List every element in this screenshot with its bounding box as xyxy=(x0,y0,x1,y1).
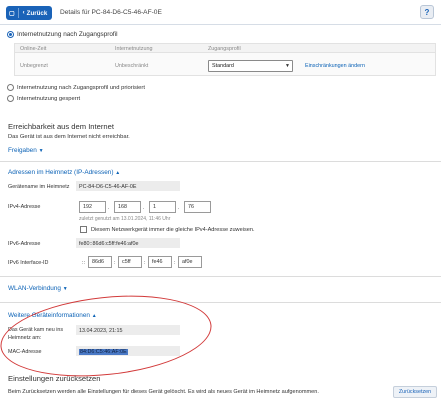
shares-link[interactable]: Freigaben ▼ xyxy=(8,147,44,155)
ipv6-interface-label: IPv6 Interface-ID xyxy=(8,260,49,266)
device-name-value: PC-84-D6-C5-46-AF-0E xyxy=(79,184,137,190)
shares-link-label: Freigaben xyxy=(8,147,37,154)
internet-blocked-label: Internetnutzung gesperrt xyxy=(17,96,81,102)
reset-description: Beim Zurücksetzen werden alle Einstellun… xyxy=(8,389,319,395)
ipv4-dot: . xyxy=(108,205,110,211)
ipv4-octet-1-value: 192 xyxy=(83,203,92,210)
profile-prioritized-label: Internetnutzung nach Zugangsprofil und p… xyxy=(17,85,145,91)
ipv4-octet-2[interactable]: 168 xyxy=(114,201,141,213)
ipv6-iface-colon: : xyxy=(174,260,176,266)
ipv6-iface-colon: : xyxy=(114,260,116,266)
ipv4-dot: . xyxy=(143,205,145,211)
reset-button[interactable]: Zurücksetzen xyxy=(393,386,437,398)
ipv4-octet-4-value: 76 xyxy=(188,203,194,210)
chevron-left-icon: ‹ xyxy=(22,10,25,16)
ipv6-interface-prefix: :: xyxy=(82,260,85,266)
device-name-label: Gerätename im Heimnetz xyxy=(8,184,70,190)
caret-up-icon: ▲ xyxy=(115,170,121,176)
page-title: Details für PC-84-D6-C5-46-AF-0E xyxy=(60,9,162,16)
ipv4-octet-3-value: 1 xyxy=(153,203,156,210)
back-button-label: Zurück xyxy=(26,9,48,17)
profile-usage-label: Internetnutzung nach Zugangsprofil xyxy=(17,31,118,38)
back-button-separator xyxy=(17,8,19,18)
ipv4-octet-1[interactable]: 192 xyxy=(79,201,106,213)
help-icon: ? xyxy=(424,7,430,17)
ipv4-octet-2-value: 168 xyxy=(118,203,127,210)
ipv6-iface-part-1-value: 86d6 xyxy=(92,258,104,265)
ipv6-iface-part-3[interactable]: fe46 xyxy=(148,256,172,268)
ipv6-iface-part-3-value: fe46 xyxy=(152,258,163,265)
ipv6-iface-part-4-value: af0e xyxy=(182,258,193,265)
ipv4-octet-4[interactable]: 76 xyxy=(184,201,211,213)
help-button[interactable]: ? xyxy=(420,5,434,19)
ipv6-iface-colon: : xyxy=(144,260,146,266)
ipv6-iface-part-2[interactable]: c5ff xyxy=(118,256,142,268)
home-network-toggle[interactable]: Adressen im Heimnetz (IP-Adressen) ▲ xyxy=(8,169,120,177)
ipv4-label: IPv4-Adresse xyxy=(8,204,41,210)
section-divider xyxy=(0,161,441,162)
fixed-ipv4-label: Diesem Netzwerkgerät immer die gleiche I… xyxy=(91,227,255,233)
ipv4-octet-3[interactable]: 1 xyxy=(149,201,176,213)
change-restrictions-link[interactable]: Einschränkungen ändern xyxy=(305,63,365,69)
caret-down-icon: ▼ xyxy=(38,148,44,154)
usage-value: Unbeschränkt xyxy=(115,63,149,69)
chevron-down-icon: ▼ xyxy=(285,63,290,69)
reachability-heading: Erreichbarkeit aus dem Internet xyxy=(8,122,114,131)
profile-select-value: Standard xyxy=(212,63,234,69)
reset-heading: Einstellungen zurücksetzen xyxy=(8,374,101,383)
back-button-box-icon: ▢ xyxy=(9,10,15,17)
column-header-online-time: Online-Zeit xyxy=(20,46,47,52)
home-network-heading: Adressen im Heimnetz (IP-Adressen) xyxy=(8,169,114,176)
fixed-ipv4-checkbox[interactable] xyxy=(80,226,87,233)
caret-down-icon: ▼ xyxy=(62,286,68,292)
wlan-connection-label: WLAN-Verbindung xyxy=(8,285,61,292)
ipv6-iface-part-1[interactable]: 86d6 xyxy=(88,256,112,268)
radio-profile-usage[interactable] xyxy=(7,31,14,38)
ipv6-label: IPv6-Adresse xyxy=(8,241,41,247)
reachability-status: Das Gerät ist aus dem Internet nicht err… xyxy=(8,134,130,140)
column-header-usage: Internetnutzung xyxy=(115,46,153,52)
ipv4-dot: . xyxy=(178,205,180,211)
column-header-profile: Zugangsprofil xyxy=(208,46,241,52)
ipv6-value: fe80::86d6:c5ff:fe46:af0e xyxy=(79,241,139,247)
ipv6-iface-part-2-value: c5ff xyxy=(122,258,131,265)
online-time-value: Unbegrenzt xyxy=(20,63,48,69)
radio-internet-blocked[interactable] xyxy=(7,95,14,102)
ipv4-last-used-note: zuletzt genutzt am 13.01.2024, 11:46 Uhr xyxy=(79,216,171,222)
wlan-connection-toggle[interactable]: WLAN-Verbindung ▼ xyxy=(8,285,68,293)
back-button[interactable]: ▢ ‹ Zurück xyxy=(6,6,52,20)
ipv6-iface-part-4[interactable]: af0e xyxy=(178,256,202,268)
section-divider xyxy=(0,276,441,277)
radio-profile-prioritized[interactable] xyxy=(7,84,14,91)
